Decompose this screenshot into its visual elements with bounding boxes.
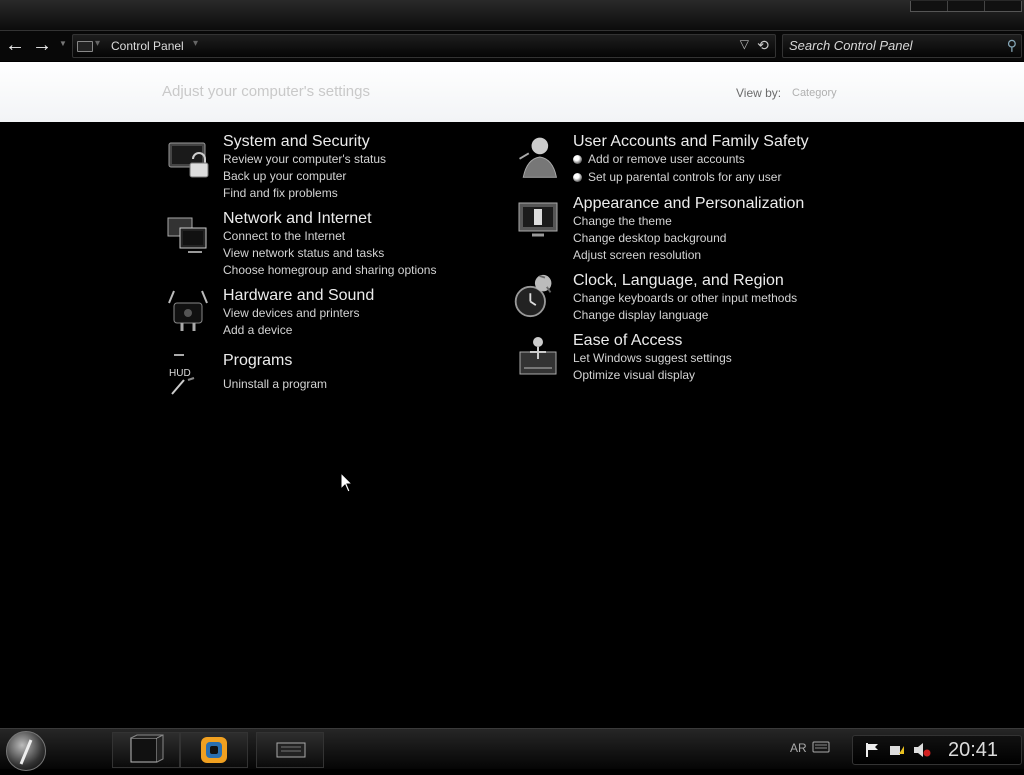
content-header: Adjust your computer's settings View by:… [0,62,1024,122]
category-title[interactable]: Clock, Language, and Region [573,272,784,290]
link-label: Add or remove user accounts [588,152,745,166]
keyboard-icon[interactable] [812,740,830,754]
view-by-label: View by: [736,86,782,100]
page-title: Adjust your computer's settings [162,83,370,100]
window-title-bar [0,0,1024,31]
clock-globe-icon [514,274,552,318]
category-title[interactable]: Ease of Access [573,332,682,350]
chevron-right-icon[interactable]: ▾ [95,38,100,49]
control-panel-icon [77,41,93,52]
taskbar: AR 20:41 [0,728,1024,771]
user-icon [519,137,558,178]
recent-pages-icon[interactable]: ▼ [59,39,67,48]
back-button[interactable]: ← [4,33,26,57]
category-link[interactable]: Let Windows suggest settings [573,351,732,365]
control-panel-app-icon [201,737,227,763]
category-link[interactable]: Optimize visual display [573,368,695,382]
forward-button[interactable]: → [31,33,53,57]
programs-icon: HUD [169,354,195,395]
category-link[interactable]: Change display language [573,308,708,322]
category-title[interactable]: Programs [223,352,292,370]
shield-icon [573,173,582,182]
view-by-dropdown[interactable]: Category [792,87,837,99]
category-link[interactable]: Add a device [223,323,292,337]
svg-text:HUD: HUD [169,368,191,379]
navigation-bar: ← → ▼ ▾ Control Panel ▾ ▽ ⟲ ⚲ [0,31,1024,61]
category-link[interactable]: Set up parental controls for any user [573,170,781,184]
minimize-button[interactable] [911,1,947,11]
network-tray-icon[interactable] [889,742,905,758]
category-link[interactable]: Uninstall a program [223,377,327,391]
link-label: Set up parental controls for any user [588,170,782,184]
shield-icon [573,155,582,164]
category-title[interactable]: User Accounts and Family Safety [573,133,809,151]
ease-of-access-icon [519,337,557,375]
address-dropdown-icon[interactable]: ▽ [740,37,749,51]
start-button[interactable] [6,731,46,771]
category-title[interactable]: Appearance and Personalization [573,195,804,213]
window-controls [910,1,1022,12]
volume-muted-icon[interactable] [913,742,931,758]
taskbar-app-network[interactable] [256,732,324,768]
category-link[interactable]: Find and fix problems [223,186,338,200]
category-link[interactable]: Review your computer's status [223,152,386,166]
search-input[interactable] [789,37,997,53]
search-box[interactable]: ⚲ [782,34,1022,58]
taskbar-app-explorer[interactable] [112,732,180,768]
category-link[interactable]: View devices and printers [223,306,360,320]
lock-icon [168,142,209,178]
category-link[interactable]: Adjust screen resolution [573,248,701,262]
category-link[interactable]: Change keyboards or other input methods [573,291,797,305]
maximize-button[interactable] [947,1,984,11]
refresh-icon[interactable]: ⟲ [754,36,772,54]
language-indicator[interactable]: AR [790,741,807,755]
taskbar-clock[interactable]: 20:41 [948,739,998,762]
category-link[interactable]: Back up your computer [223,169,346,183]
category-link[interactable]: Connect to the Internet [223,229,345,243]
taskbar-app-control-panel[interactable] [180,732,248,768]
network-icon [167,217,207,253]
chevron-down-icon[interactable]: ▾ [193,38,198,49]
category-link[interactable]: Change the theme [573,214,672,228]
search-icon[interactable]: ⚲ [1007,37,1017,54]
cube-icon [130,734,164,763]
category-title[interactable]: System and Security [223,133,370,151]
network-app-icon [276,742,306,758]
category-title[interactable]: Hardware and Sound [223,287,374,305]
mouse-cursor-icon [340,472,354,493]
category-link[interactable]: Change desktop background [573,231,726,245]
category-link[interactable]: Add or remove user accounts [573,152,745,166]
printer-speaker-icon [168,290,208,331]
address-bar[interactable]: ▾ Control Panel ▾ ▽ ⟲ [72,34,776,58]
start-orb-icon [19,739,33,765]
breadcrumb-control-panel[interactable]: Control Panel [111,39,184,53]
category-link[interactable]: View network status and tasks [223,246,384,260]
category-link[interactable]: Choose homegroup and sharing options [223,263,436,277]
close-button[interactable] [984,1,1021,11]
action-center-flag-icon[interactable] [865,742,881,758]
monitor-icon [518,202,558,237]
category-title[interactable]: Network and Internet [223,210,372,228]
